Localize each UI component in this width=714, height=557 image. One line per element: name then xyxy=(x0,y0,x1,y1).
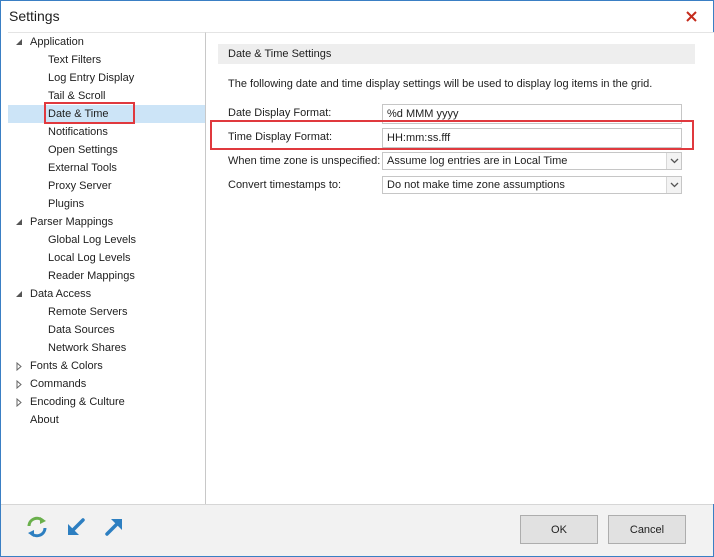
tree-item-data-sources[interactable]: Data Sources xyxy=(8,321,205,339)
refresh-icon xyxy=(27,516,47,538)
tree-item-encoding-and-culture[interactable]: Encoding & Culture xyxy=(8,393,205,411)
tree-item-open-settings[interactable]: Open Settings xyxy=(8,141,205,159)
settings-panel: Date & Time Settings The following date … xyxy=(206,32,714,504)
tree-item-reader-mappings[interactable]: Reader Mappings xyxy=(8,267,205,285)
timezone-value: Assume log entries are in Local Time xyxy=(387,155,568,167)
tree-item-label: Commands xyxy=(30,378,87,390)
tree-item-label: Data Access xyxy=(30,288,92,300)
collapsed-arrow-icon[interactable] xyxy=(14,357,24,375)
timezone-label: When time zone is unspecified: xyxy=(228,155,381,167)
collapsed-arrow-icon[interactable] xyxy=(14,375,24,393)
tree-item-label: Network Shares xyxy=(48,342,127,354)
timezone-combo[interactable]: Assume log entries are in Local Time xyxy=(382,152,682,170)
tree-item-label: Log Entry Display xyxy=(48,72,135,84)
tree-item-label: Text Filters xyxy=(48,54,102,66)
tree-selection-highlight xyxy=(44,102,135,124)
tree-item-parser-mappings[interactable]: Parser Mappings xyxy=(8,213,205,231)
tree-item-data-access[interactable]: Data Access xyxy=(8,285,205,303)
tree-item-label: External Tools xyxy=(48,162,117,174)
convert-value: Do not make time zone assumptions xyxy=(387,179,565,191)
tree-item-notifications[interactable]: Notifications xyxy=(8,123,205,141)
chevron-down-icon xyxy=(670,182,678,188)
window-title: Settings xyxy=(9,8,60,24)
tree-item-fonts-and-colors[interactable]: Fonts & Colors xyxy=(8,357,205,375)
close-icon xyxy=(685,10,697,22)
tree-item-label: Plugins xyxy=(48,198,85,210)
convert-label: Convert timestamps to: xyxy=(228,179,342,191)
collapsed-arrow-icon[interactable] xyxy=(14,393,24,411)
tree-item-log-entry-display[interactable]: Log Entry Display xyxy=(8,69,205,87)
time-format-highlight xyxy=(210,120,694,150)
tree-item-label: Proxy Server xyxy=(48,180,112,192)
tree-item-label: Fonts & Colors xyxy=(30,360,103,372)
export-button[interactable] xyxy=(102,515,126,539)
tree-item-label: Parser Mappings xyxy=(30,216,114,228)
convert-dropdown-button[interactable] xyxy=(666,177,681,193)
expanded-arrow-icon[interactable] xyxy=(14,285,24,303)
title-bar: Settings xyxy=(1,1,713,32)
timezone-dropdown-button[interactable] xyxy=(666,153,681,169)
tree-item-label: Global Log Levels xyxy=(48,234,137,246)
tree-item-proxy-server[interactable]: Proxy Server xyxy=(8,177,205,195)
settings-window: Settings Application Text Filters Log Entr… xyxy=(0,0,714,557)
tree-item-label: Remote Servers xyxy=(48,306,128,318)
ok-button[interactable]: OK xyxy=(520,515,598,544)
tree-item-text-filters[interactable]: Text Filters xyxy=(8,51,205,69)
tree-item-label: About xyxy=(30,414,59,426)
import-button[interactable] xyxy=(64,515,88,539)
tree-item-label: Notifications xyxy=(48,126,108,138)
tree-item-local-log-levels[interactable]: Local Log Levels xyxy=(8,249,205,267)
expanded-arrow-icon[interactable] xyxy=(14,33,24,51)
refresh-button[interactable] xyxy=(25,515,49,539)
tree-item-about[interactable]: About xyxy=(8,411,205,429)
tree-item-label: Reader Mappings xyxy=(48,270,135,282)
footer-bar: OK Cancel xyxy=(1,504,713,556)
tree-item-plugins[interactable]: Plugins xyxy=(8,195,205,213)
tree-item-label: Application xyxy=(30,36,84,48)
cancel-button[interactable]: Cancel xyxy=(608,515,686,544)
tree-item-remote-servers[interactable]: Remote Servers xyxy=(8,303,205,321)
tree-item-label: Local Log Levels xyxy=(48,252,131,264)
chevron-down-icon xyxy=(670,158,678,164)
import-icon xyxy=(68,518,85,535)
close-button[interactable] xyxy=(673,5,709,27)
section-description: The following date and time display sett… xyxy=(228,78,653,90)
tree-item-label: Data Sources xyxy=(48,324,115,336)
tree-item-commands[interactable]: Commands xyxy=(8,375,205,393)
tree-item-application[interactable]: Application xyxy=(8,33,205,51)
tree-item-global-log-levels[interactable]: Global Log Levels xyxy=(8,231,205,249)
section-header: Date & Time Settings xyxy=(218,44,695,64)
tree-item-label: Open Settings xyxy=(48,144,118,156)
tree-item-external-tools[interactable]: External Tools xyxy=(8,159,205,177)
expanded-arrow-icon[interactable] xyxy=(14,213,24,231)
tree-item-label: Encoding & Culture xyxy=(30,396,125,408)
export-icon xyxy=(105,519,122,536)
tree-item-network-shares[interactable]: Network Shares xyxy=(8,339,205,357)
convert-combo[interactable]: Do not make time zone assumptions xyxy=(382,176,682,194)
